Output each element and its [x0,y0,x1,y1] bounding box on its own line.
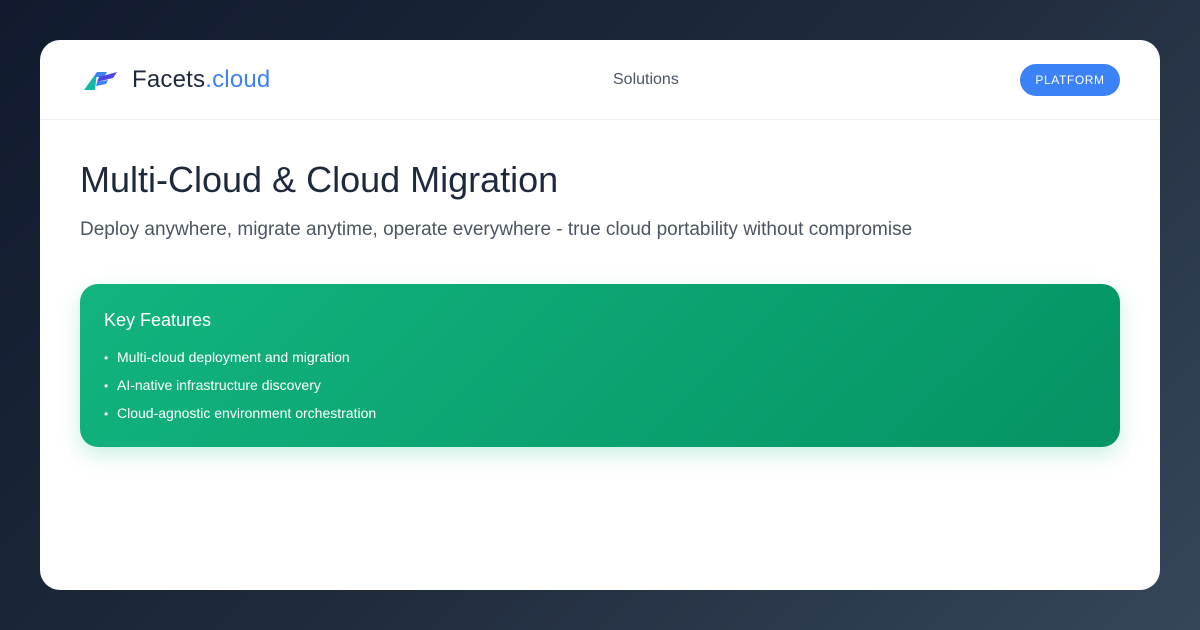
list-item: • Multi-cloud deployment and migration [104,346,376,374]
brand-name[interactable]: Facets.cloud [132,65,270,95]
feature-text: Multi-cloud deployment and migration [117,349,350,365]
brand-name-text: Facets [132,66,206,93]
feature-text: Cloud-agnostic environment orchestration [117,405,377,421]
list-item: • Cloud-agnostic environment orchestratio… [104,402,376,430]
feature-list: • Multi-cloud deployment and migration • A… [104,346,376,430]
top-nav-bar: Facets.cloud Solutions PLATFORM [40,40,1160,120]
page-title: Multi-Cloud & Cloud Migration [80,159,559,200]
nav-link-solutions[interactable]: Solutions [613,70,679,90]
list-item: • AI-native infrastructure discovery [104,374,376,402]
facets-logo-icon[interactable] [84,68,117,92]
feature-text: AI-native infrastructure discovery [117,377,321,393]
content-card: Facets.cloud Solutions PLATFORM Multi-Cl… [40,40,1160,590]
brand-suffix: .cloud [205,66,271,93]
key-features-title: Key Features [104,310,212,330]
page-subtitle: Deploy anywhere, migrate anytime, operat… [80,219,913,240]
bullet-icon: • [104,407,109,421]
bullet-icon: • [104,379,109,393]
key-features-panel: Key Features • Multi-cloud deployment and… [80,284,1120,447]
platform-button[interactable]: PLATFORM [1020,64,1120,96]
bullet-icon: • [104,351,109,365]
